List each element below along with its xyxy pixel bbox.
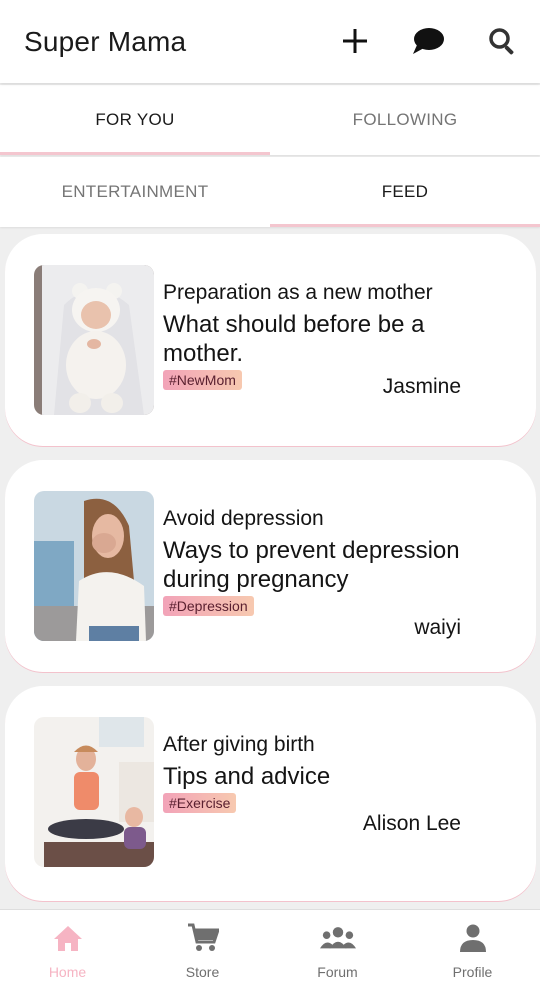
post-category: After giving birth <box>163 733 315 756</box>
nav-label: Forum <box>317 964 358 980</box>
primary-tabs: FOR YOU FOLLOWING <box>0 85 540 155</box>
search-icon[interactable] <box>485 24 519 58</box>
tab-entertainment[interactable]: ENTERTAINMENT <box>0 157 270 227</box>
person-icon <box>455 922 491 954</box>
nav-label: Profile <box>452 964 493 980</box>
post-card[interactable]: After giving birth Tips and advice #Exer… <box>5 686 536 901</box>
post-tag[interactable]: #Depression <box>163 596 254 616</box>
nav-forum[interactable]: Forum <box>270 910 405 982</box>
post-title: Tips and advice <box>163 763 331 790</box>
post-text: Avoid depression Ways to prevent depress… <box>163 506 483 616</box>
post-title: What should before be a mother. <box>163 311 425 367</box>
secondary-tabs: ENTERTAINMENT FEED <box>0 157 540 227</box>
cart-icon <box>185 922 221 954</box>
post-author[interactable]: waiyi <box>414 616 461 640</box>
post-title: Ways to prevent depression during pregna… <box>163 537 460 593</box>
nav-store[interactable]: Store <box>135 910 270 982</box>
post-author[interactable]: Jasmine <box>383 375 461 399</box>
plus-icon[interactable] <box>338 24 372 58</box>
tab-feed[interactable]: FEED <box>270 157 540 227</box>
baby-photo <box>34 265 154 415</box>
app-title: Super Mama <box>24 26 187 57</box>
post-author[interactable]: Alison Lee <box>363 812 461 836</box>
post-category: Avoid depression <box>163 507 324 530</box>
mother-yoga-baby-photo <box>34 717 154 867</box>
post-tag[interactable]: #NewMom <box>163 370 242 390</box>
post-category: Preparation as a new mother <box>163 281 433 304</box>
post-feed: Preparation as a new mother What should … <box>0 231 540 909</box>
chat-bubble-icon[interactable] <box>411 24 445 58</box>
tab-for-you[interactable]: FOR YOU <box>0 85 270 155</box>
top-app-bar: Super Mama <box>0 0 540 83</box>
nav-profile[interactable]: Profile <box>405 910 540 982</box>
nav-label: Home <box>48 964 87 980</box>
stressed-woman-photo <box>34 491 154 641</box>
nav-home[interactable]: Home <box>0 910 135 982</box>
post-text: Preparation as a new mother What should … <box>163 280 483 390</box>
post-tag[interactable]: #Exercise <box>163 793 237 813</box>
bottom-navigation: Home Store Forum Profile <box>0 909 540 982</box>
group-icon <box>319 922 356 954</box>
post-card[interactable]: Preparation as a new mother What should … <box>5 234 536 446</box>
home-icon <box>50 922 86 954</box>
post-text: After giving birth Tips and advice #Exer… <box>163 732 483 813</box>
nav-label: Store <box>185 964 220 980</box>
tab-following[interactable]: FOLLOWING <box>270 85 540 155</box>
post-card[interactable]: Avoid depression Ways to prevent depress… <box>5 460 536 672</box>
